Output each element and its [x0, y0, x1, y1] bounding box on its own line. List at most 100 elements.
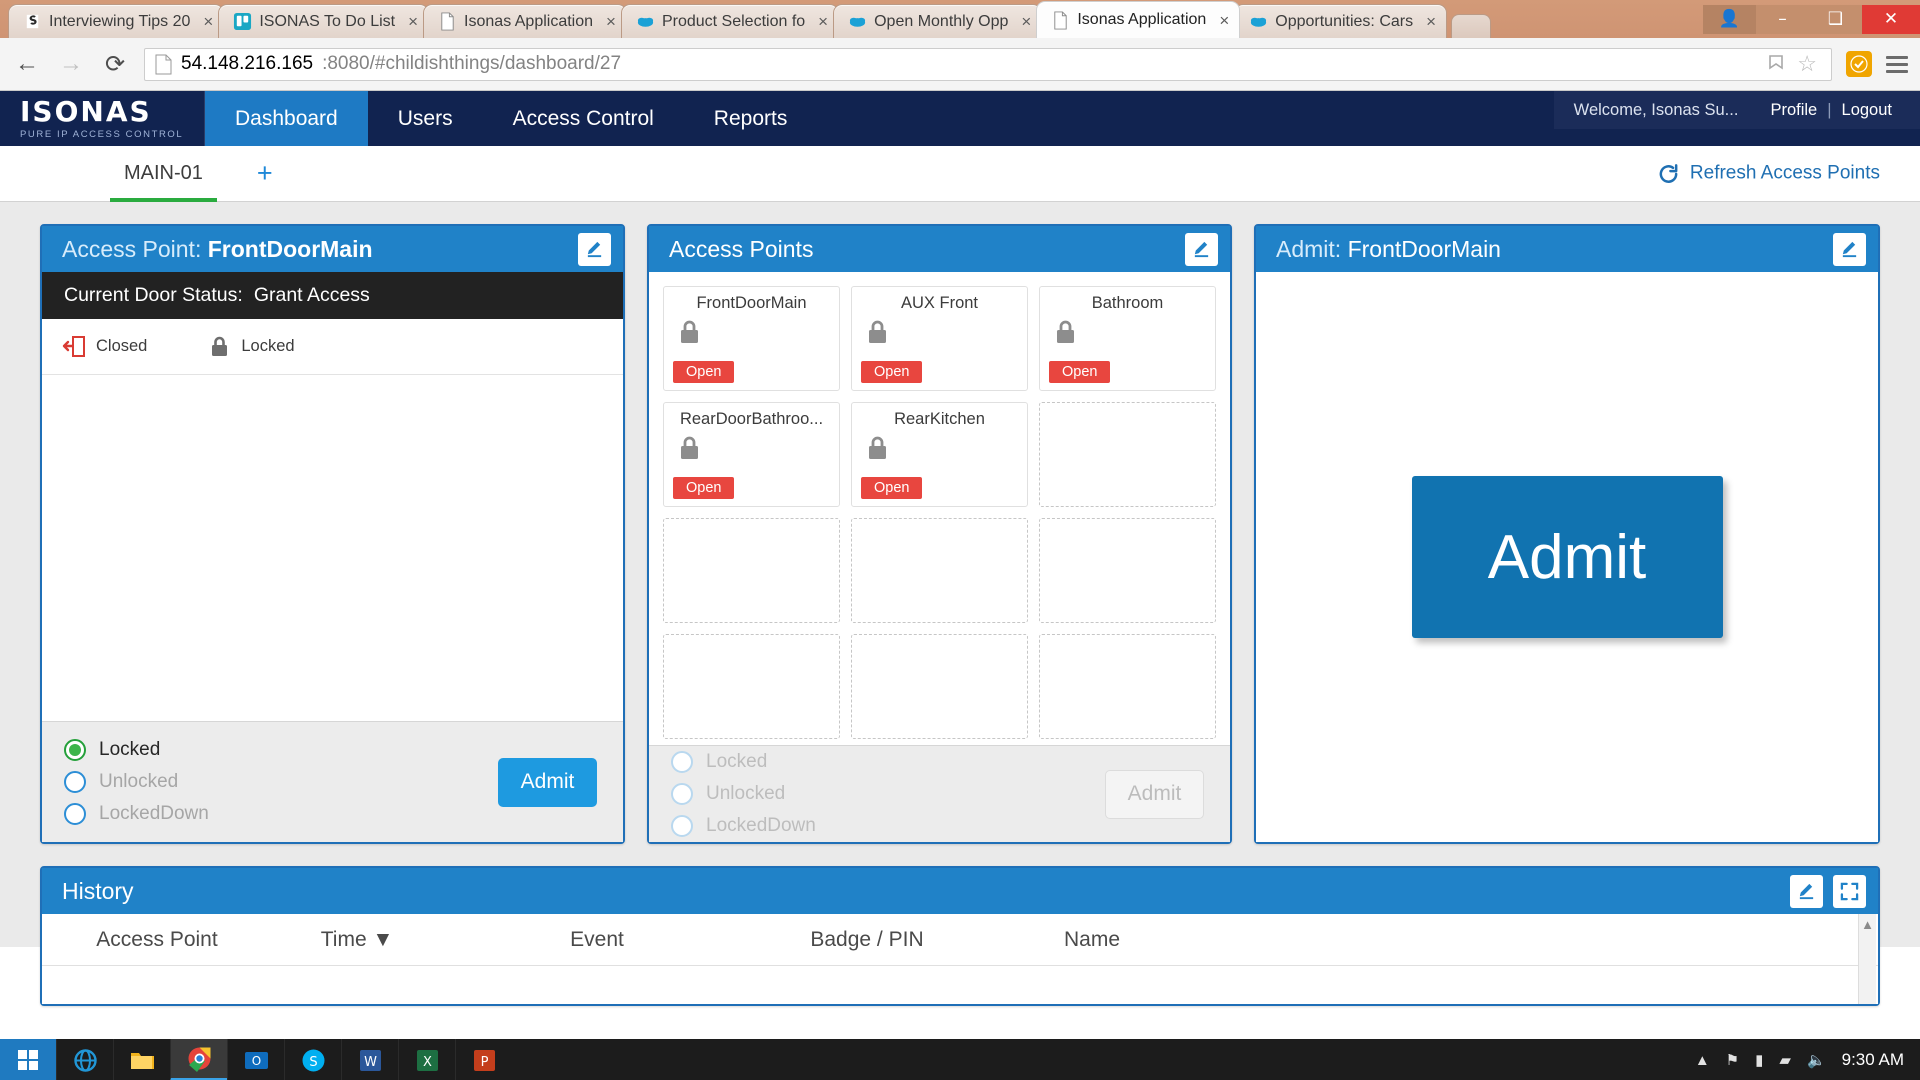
salesforce-icon: [850, 17, 866, 27]
browser-tab-4[interactable]: Open Monthly Opp ×: [833, 4, 1043, 38]
nav-item-users[interactable]: Users: [368, 91, 483, 146]
tray-battery-icon[interactable]: ▮: [1755, 1051, 1763, 1069]
history-col-event[interactable]: Event: [452, 928, 742, 952]
tab-close-icon[interactable]: ×: [606, 13, 616, 30]
access-point-card[interactable]: AUX Front Open: [851, 286, 1028, 391]
radio-lockeddown-indicator: [671, 815, 693, 837]
tab-close-icon[interactable]: ×: [203, 13, 213, 30]
taskbar-internet-explorer[interactable]: [56, 1039, 113, 1080]
dashboard-tab-main-01[interactable]: MAIN-01: [110, 146, 217, 202]
taskbar-clock[interactable]: 9:30 AM: [1842, 1050, 1904, 1070]
access-point-card-empty[interactable]: [663, 634, 840, 739]
history-panel: History Access Point Time ▼ Event Badge …: [40, 866, 1880, 1006]
admit-edit-button[interactable]: [1833, 232, 1866, 266]
radio-lockeddown-indicator: [64, 803, 86, 825]
browser-tab-3[interactable]: Product Selection fo ×: [620, 4, 840, 38]
tray-chevron-icon[interactable]: ▲: [1695, 1052, 1710, 1069]
nav-item-reports[interactable]: Reports: [684, 91, 818, 146]
taskbar-powerpoint[interactable]: P: [455, 1039, 512, 1080]
access-point-card-empty[interactable]: [851, 518, 1028, 623]
word-icon: W: [359, 1049, 381, 1071]
taskbar-file-explorer[interactable]: [113, 1039, 170, 1080]
taskbar-skype[interactable]: S: [284, 1039, 341, 1080]
tab-close-icon[interactable]: ×: [1021, 13, 1031, 30]
history-col-name[interactable]: Name: [992, 928, 1192, 952]
taskbar-outlook[interactable]: O: [227, 1039, 284, 1080]
add-dashboard-tab-button[interactable]: +: [257, 160, 273, 187]
access-point-card[interactable]: RearDoorBathroo... Open: [663, 402, 840, 507]
history-col-time[interactable]: Time ▼: [262, 928, 452, 952]
radio-locked-disabled: Locked: [671, 751, 1105, 773]
logout-link[interactable]: Logout: [1832, 101, 1902, 120]
history-edit-button[interactable]: [1790, 874, 1823, 908]
indicator-locked: Locked: [207, 334, 295, 359]
access-point-card[interactable]: FrontDoorMain Open: [663, 286, 840, 391]
isonas-logo: ISONAS PURE IP ACCESS CONTROL: [0, 91, 205, 146]
access-point-card-empty[interactable]: [1039, 634, 1216, 739]
access-point-card-empty[interactable]: [1039, 518, 1216, 623]
access-point-card-empty[interactable]: [1039, 402, 1216, 507]
taskbar-excel[interactable]: X: [398, 1039, 455, 1080]
history-scrollbar[interactable]: ▲: [1858, 914, 1876, 1004]
forward-icon[interactable]: →: [56, 49, 86, 79]
window-minimize-button[interactable]: –: [1756, 4, 1809, 34]
expand-icon: [1840, 882, 1859, 900]
browser-tab-0[interactable]: Interviewing Tips 20 ×: [8, 4, 225, 38]
back-icon[interactable]: ←: [12, 49, 42, 79]
radio-lockeddown[interactable]: LockedDown: [64, 803, 498, 825]
browser-tab-title: Interviewing Tips 20: [49, 12, 191, 30]
tab-close-icon[interactable]: ×: [408, 13, 418, 30]
address-bar[interactable]: 54.148.216.165:8080/#childishthings/dash…: [144, 47, 1832, 81]
tray-network-icon[interactable]: ▰: [1779, 1051, 1791, 1069]
access-point-admit-button[interactable]: Admit: [498, 757, 597, 807]
radio-unlocked[interactable]: Unlocked: [64, 771, 498, 793]
access-point-panel: Access Point: FrontDoorMain Current Door…: [40, 224, 625, 844]
access-point-edit-button[interactable]: [578, 232, 611, 266]
nav-item-access-control[interactable]: Access Control: [483, 91, 684, 146]
browser-tab-1[interactable]: ISONAS To Do List ×: [218, 4, 430, 38]
browser-menu-icon[interactable]: [1886, 55, 1908, 73]
taskbar-chrome[interactable]: [170, 1039, 227, 1080]
padlock-locked-icon: [1057, 320, 1074, 343]
tab-close-icon[interactable]: ×: [1426, 13, 1436, 30]
radio-locked[interactable]: Locked: [64, 739, 498, 761]
radio-unlocked-label: Unlocked: [706, 783, 786, 804]
door-status-value: Grant Access: [253, 284, 370, 306]
access-point-card-empty[interactable]: [663, 518, 840, 623]
access-point-card[interactable]: Bathroom Open: [1039, 286, 1216, 391]
nav-item-dashboard[interactable]: Dashboard: [205, 91, 368, 146]
logo-wordmark: ISONAS: [20, 94, 152, 128]
reload-icon[interactable]: ⟳: [100, 49, 130, 79]
access-point-card[interactable]: RearKitchen Open: [851, 402, 1028, 507]
tab-close-icon[interactable]: ×: [818, 13, 828, 30]
admit-button[interactable]: Admit: [1411, 476, 1723, 638]
window-controls: 👤 – ❑ ✕: [1703, 0, 1920, 38]
window-close-button[interactable]: ✕: [1862, 4, 1920, 34]
save-page-icon[interactable]: [1767, 54, 1785, 74]
radio-lockeddown-label: LockedDown: [99, 803, 209, 824]
tray-flag-icon[interactable]: ⚑: [1726, 1051, 1739, 1069]
history-col-badge-pin[interactable]: Badge / PIN: [742, 928, 992, 952]
access-points-edit-button[interactable]: [1185, 232, 1218, 266]
main-navigation: Dashboard Users Access Control Reports: [205, 91, 817, 146]
history-expand-button[interactable]: [1833, 874, 1866, 908]
profile-link[interactable]: Profile: [1760, 101, 1827, 120]
browser-tab-2[interactable]: Isonas Application ×: [423, 4, 627, 38]
browser-tab-6[interactable]: Opportunities: Cars ×: [1234, 4, 1448, 38]
access-point-card-empty[interactable]: [851, 634, 1028, 739]
history-col-access-point[interactable]: Access Point: [52, 928, 262, 952]
taskbar-word[interactable]: W: [341, 1039, 398, 1080]
window-maximize-button[interactable]: ❑: [1809, 4, 1862, 34]
refresh-access-points-button[interactable]: Refresh Access Points: [1657, 162, 1880, 185]
browser-tab-5-active[interactable]: Isonas Application ×: [1036, 1, 1241, 38]
bookmark-star-icon[interactable]: ☆: [1797, 51, 1817, 77]
new-tab-button[interactable]: [1451, 14, 1492, 38]
extension-icon[interactable]: [1846, 51, 1872, 77]
start-button[interactable]: [0, 1039, 56, 1080]
scroll-up-icon[interactable]: ▲: [1859, 914, 1876, 932]
tab-close-icon[interactable]: ×: [1219, 12, 1229, 29]
lock-mode-radio-group-disabled: Locked Unlocked LockedDown: [671, 751, 1105, 837]
window-user-button[interactable]: 👤: [1703, 4, 1756, 34]
tray-volume-icon[interactable]: 🔈: [1807, 1051, 1826, 1069]
internet-explorer-icon: [73, 1048, 97, 1072]
